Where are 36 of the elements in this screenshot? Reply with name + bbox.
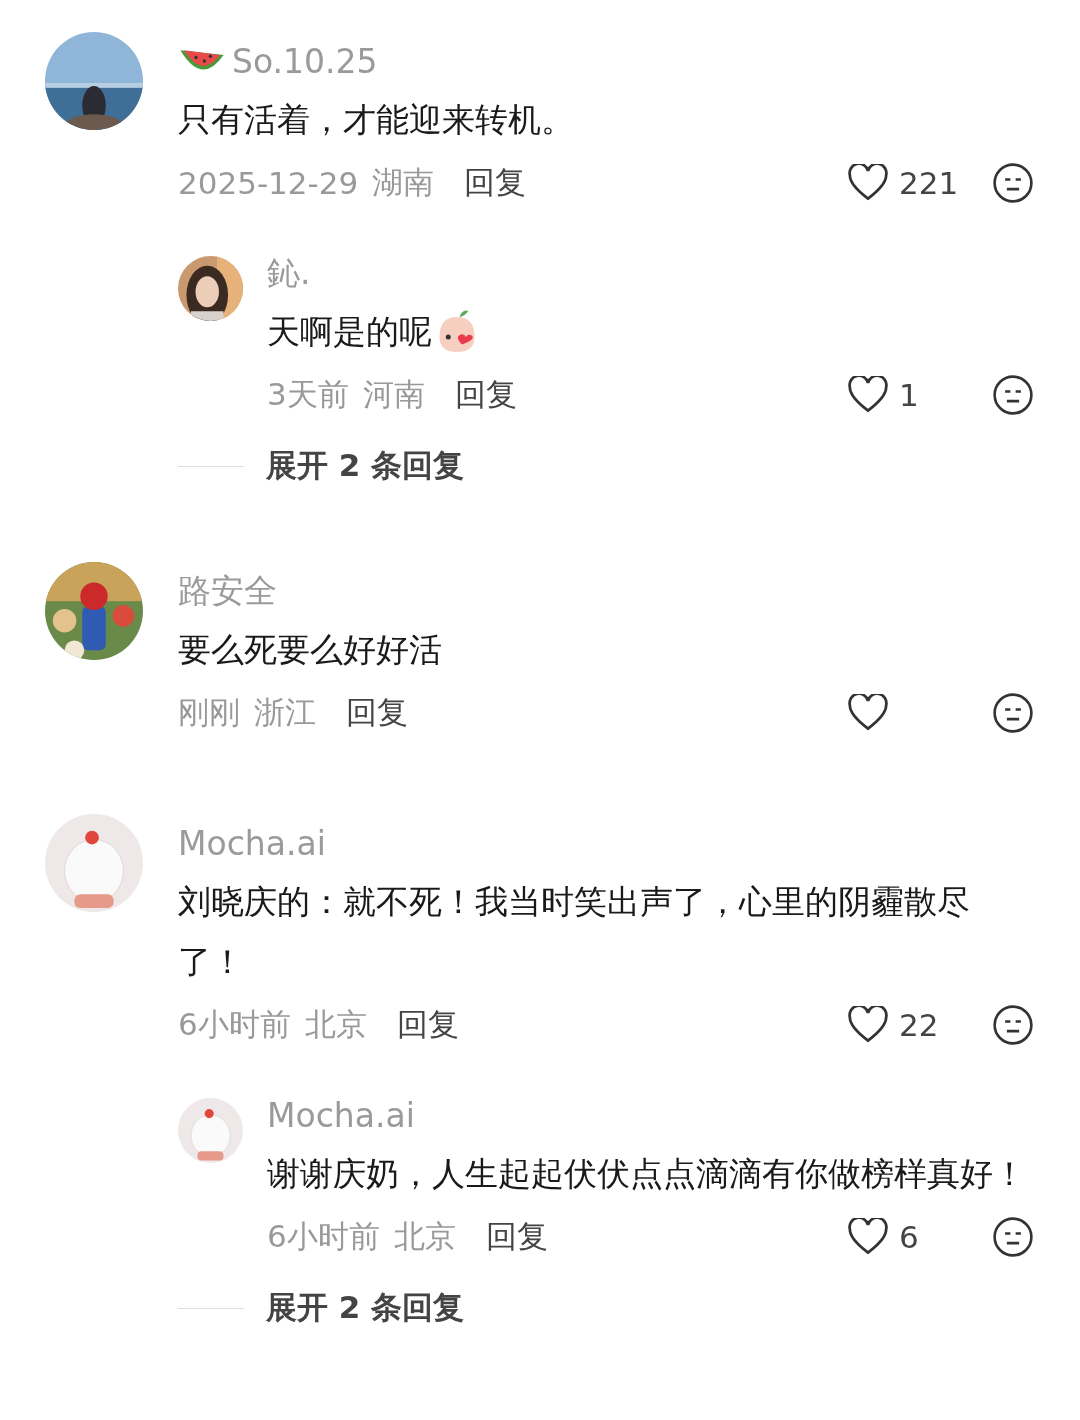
comment-time: 6小时前 [178, 1005, 291, 1044]
comment-time: 3天前 [267, 375, 349, 414]
like-count: 6 [899, 1219, 919, 1255]
comment-location: 湖南 [372, 163, 435, 202]
neutral-face-icon[interactable] [992, 162, 1034, 204]
expand-replies-link[interactable]: 展开 2 条回复 [266, 1287, 465, 1329]
reply-link[interactable]: 回复 [454, 374, 517, 416]
comment-location: 河南 [362, 375, 425, 414]
reply-link[interactable]: 回复 [346, 692, 408, 734]
like-count: 22 [899, 1007, 939, 1043]
comment-location: 北京 [393, 1217, 456, 1256]
reply-link[interactable]: 回复 [396, 1004, 459, 1046]
comment-text: 谢谢庆奶，人生起起伏伏点点滴滴有你做榜样真好！ [267, 1153, 1026, 1195]
comment-location: 浙江 [254, 693, 316, 732]
neutral-face-icon[interactable] [992, 1216, 1034, 1258]
reply-link[interactable]: 回复 [464, 162, 527, 204]
reply-link[interactable]: 回复 [485, 1216, 548, 1258]
heart-icon[interactable] [847, 376, 889, 414]
heart-icon[interactable] [847, 164, 889, 202]
like-count: 221 [899, 165, 959, 201]
comment-text: 要么死要么好好活 [178, 629, 443, 671]
neutral-face-icon[interactable] [992, 692, 1034, 734]
like-count: 1 [899, 377, 919, 413]
comment-time: 6小时前 [267, 1217, 380, 1256]
comment-text: 只有活着，才能迎来转机。 [178, 99, 575, 141]
heart-icon[interactable] [847, 1218, 889, 1256]
heart-icon[interactable] [847, 1006, 889, 1044]
comment-text: 刘晓庆的：就不死！我当时笑出声了，心里的阴霾散尽了！ [178, 881, 971, 983]
comment-text: 天啊是的呢 [267, 311, 432, 353]
expand-replies-link[interactable]: 展开 2 条回复 [266, 445, 465, 487]
heart-icon[interactable] [847, 694, 889, 732]
comment-time: 刚刚 [178, 693, 240, 732]
neutral-face-icon[interactable] [992, 374, 1034, 416]
neutral-face-icon[interactable] [992, 1004, 1034, 1046]
comment-location: 北京 [304, 1005, 367, 1044]
comment-time: 2025-12-29 [178, 165, 359, 201]
